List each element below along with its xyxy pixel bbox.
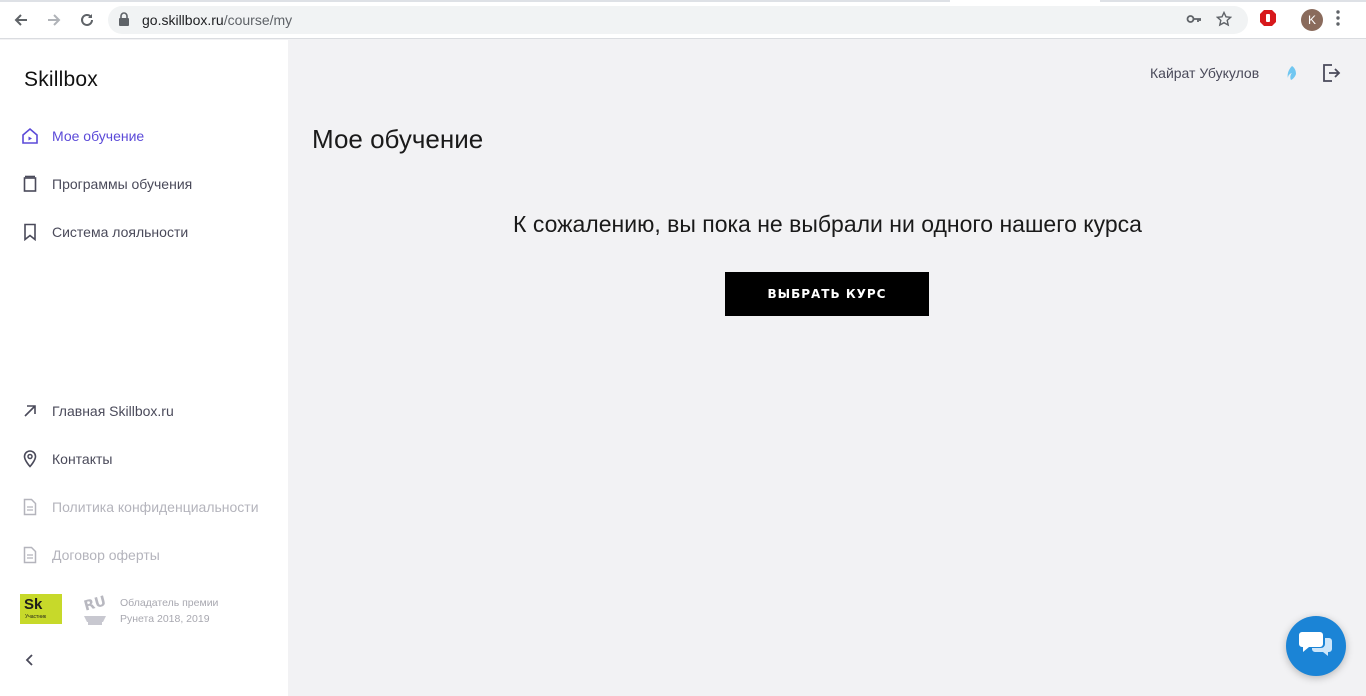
adblock-extension-icon[interactable] xyxy=(1259,9,1277,32)
sidebar-item-programs[interactable]: Программы обучения xyxy=(20,172,192,196)
sidebar-item-label: Политика конфиденциальности xyxy=(52,499,259,515)
tab-strip xyxy=(0,0,950,2)
sidebar-item-my-learning[interactable]: Мое обучение xyxy=(20,124,144,148)
browser-menu-icon[interactable] xyxy=(1336,10,1340,31)
back-icon[interactable] xyxy=(9,8,33,32)
profile-avatar[interactable]: K xyxy=(1301,9,1323,31)
award-text: Обладатель премии Рунета 2018, 2019 xyxy=(120,597,219,625)
sidebar-item-loyalty[interactable]: Система лояльности xyxy=(20,220,188,244)
runet-award-icon: RU xyxy=(80,592,110,626)
map-pin-icon xyxy=(20,449,40,469)
forward-icon[interactable] xyxy=(42,8,66,32)
document-icon xyxy=(20,497,40,517)
sidebar-item-label: Программы обучения xyxy=(52,176,193,192)
browser-toolbar: go.skillbox.ru/course/my K xyxy=(0,0,1366,39)
sidebar: Skillbox Мое обучение Программы обучения… xyxy=(0,40,288,696)
skolkovo-badge: Sk Участник xyxy=(20,594,62,624)
sidebar-item-label: Договор оферты xyxy=(52,547,160,563)
notification-icon[interactable] xyxy=(1284,64,1300,87)
address-bar[interactable]: go.skillbox.ru/course/my xyxy=(108,6,1248,34)
sidebar-item-label: Мое обучение xyxy=(52,128,145,144)
lock-icon xyxy=(118,12,130,31)
skillbox-logo[interactable]: Skillbox xyxy=(24,68,98,92)
reload-icon[interactable] xyxy=(75,8,99,32)
sidebar-item-label: Система лояльности xyxy=(52,224,189,240)
sidebar-item-privacy-policy[interactable]: Политика конфиденциальности xyxy=(20,495,259,519)
sidebar-item-contacts[interactable]: Контакты xyxy=(20,447,112,471)
bookmark-star-icon[interactable] xyxy=(1215,10,1233,32)
sidebar-item-offer-agreement[interactable]: Договор оферты xyxy=(20,543,160,567)
choose-course-button[interactable]: ВЫБРАТЬ КУРС xyxy=(725,272,929,316)
page-title: Мое обучение xyxy=(312,124,484,154)
sidebar-item-skillbox-home[interactable]: Главная Skillbox.ru xyxy=(20,399,174,423)
chat-bubbles-icon xyxy=(1298,629,1334,664)
user-name[interactable]: Кайрат Убукулов xyxy=(1150,65,1259,81)
svg-text:RU: RU xyxy=(82,593,108,614)
sidebar-item-label: Контакты xyxy=(52,451,113,467)
chat-widget-button[interactable] xyxy=(1286,616,1346,676)
collapse-sidebar-icon[interactable] xyxy=(22,652,38,668)
key-icon[interactable] xyxy=(1186,12,1202,31)
tab-strip-right xyxy=(1100,0,1366,2)
empty-state-message: К сожалению, вы пока не выбрали ни одног… xyxy=(513,211,1142,237)
logout-icon[interactable] xyxy=(1321,63,1341,88)
url-text: go.skillbox.ru/course/my xyxy=(142,12,293,28)
document-icon xyxy=(20,545,40,565)
arrow-up-right-icon xyxy=(20,401,40,421)
book-icon xyxy=(20,174,40,194)
sidebar-item-label: Главная Skillbox.ru xyxy=(52,403,174,419)
home-icon xyxy=(20,126,40,146)
bookmark-icon xyxy=(20,222,40,242)
